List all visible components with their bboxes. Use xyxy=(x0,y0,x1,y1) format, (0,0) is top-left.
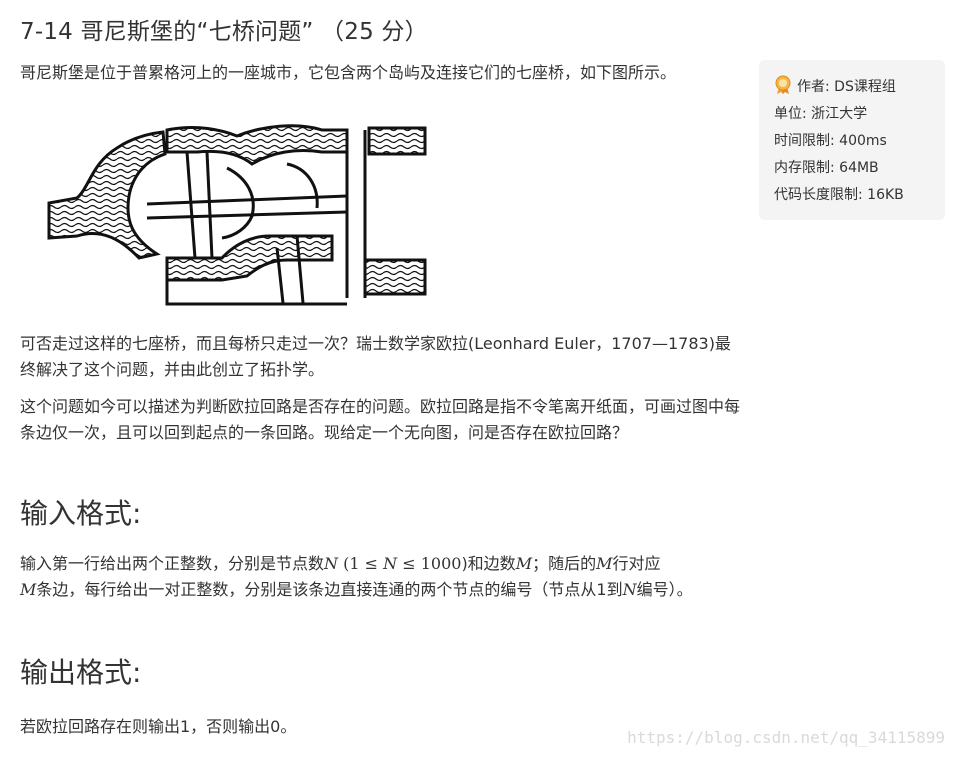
var-n-2: N xyxy=(383,554,398,573)
problem-title: 7-14 哥尼斯堡的“七桥问题” （25 分） xyxy=(20,19,428,45)
history-paragraph: 可否走过这样的七座桥，而且每桥只走过一次？瑞士数学家欧拉(Leonhard Eu… xyxy=(20,334,731,379)
input-text-5: 行对应 xyxy=(612,554,661,573)
time-limit-row: 时间限制: 400ms xyxy=(774,133,887,149)
var-m-3: M xyxy=(20,580,37,599)
upper-bound: 1000 xyxy=(420,554,462,573)
author-text: 作者: DS课程组 xyxy=(797,79,896,95)
intro-paragraph: 哥尼斯堡是位于普累格河上的一座城市，它包含两个岛屿及连接它们的七座桥，如下图所示… xyxy=(20,63,677,82)
unit-row: 单位: 浙江大学 xyxy=(774,106,868,122)
input-text-6: 条边，每行给出一对正整数，分别是该条边直接连通的两个节点的编号（节点从1到 xyxy=(36,580,623,599)
open-paren: ( xyxy=(338,554,350,573)
input-text-7: 编号）。 xyxy=(636,580,693,599)
memory-limit-row: 内存限制: 64MB xyxy=(774,160,879,176)
var-n-3: N xyxy=(622,580,637,599)
le-symbol-1: ≤ xyxy=(364,554,379,573)
input-format-text: 输入第一行给出两个正整数，分别是节点数N (1 ≤ N ≤ 1000)和边数M；… xyxy=(20,551,742,603)
medal-icon xyxy=(775,75,791,94)
var-m-2: M xyxy=(596,554,613,573)
le-symbol-2: ≤ xyxy=(402,554,416,573)
konigsberg-bridges-figure xyxy=(47,108,427,308)
var-m: M xyxy=(515,554,533,573)
description-paragraph: 这个问题如今可以描述为判断欧拉回路是否存在的问题。欧拉回路是指不令笔离开纸面，可… xyxy=(20,397,741,442)
author-row: 作者: DS课程组 xyxy=(774,74,931,101)
input-text-4: ；随后的 xyxy=(532,554,597,573)
lower-bound: 1 xyxy=(349,554,360,573)
watermark: https://blog.csdn.net/qq_34115899 xyxy=(627,728,945,747)
problem-info-card: 作者: DS课程组 单位: 浙江大学 时间限制: 400ms 内存限制: 64M… xyxy=(759,60,945,220)
var-n: N xyxy=(324,554,339,573)
input-text-1: 输入第一行给出两个正整数，分别是节点数 xyxy=(20,554,325,573)
input-format-heading: 输入格式: xyxy=(20,497,142,530)
output-format-heading: 输出格式: xyxy=(20,656,142,689)
code-limit-row: 代码长度限制: 16KB xyxy=(774,187,904,203)
input-text-3: )和边数 xyxy=(461,554,516,573)
output-format-text: 若欧拉回路存在则输出1，否则输出0。 xyxy=(20,717,297,736)
